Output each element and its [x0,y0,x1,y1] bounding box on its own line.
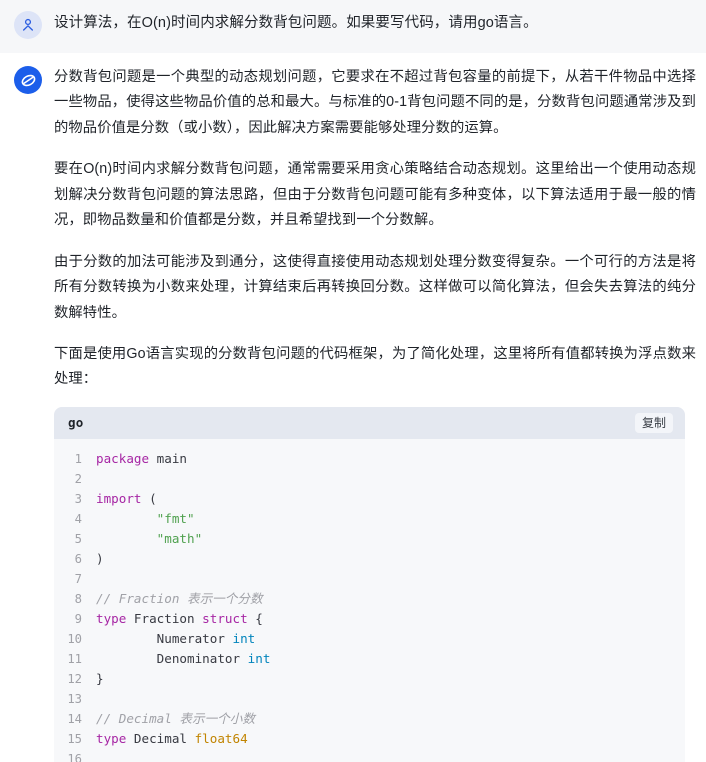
code-line-number: 15 [67,731,82,746]
code-line: 10 Numerator int [54,629,685,649]
code-line-content [96,749,685,762]
code-line: 4 "fmt" [54,509,685,529]
assistant-message-row: 分数背包问题是一个典型的动态规划问题，它要求在不超过背包容量的前提下，从若干件物… [0,53,706,762]
assistant-paragraph: 下面是使用Go语言实现的分数背包问题的代码框架，为了简化处理，这里将所有值都转换… [54,345,696,388]
code-line: 15 type Decimal float64 [54,729,685,749]
code-line-number: 5 [74,531,82,546]
code-line-number: 3 [74,491,82,506]
code-line-content: Numerator int [96,630,256,646]
code-block: go 复制 1 package main 2 3 import (4 "fmt" 5 "… [54,406,685,762]
code-line: 16 [54,749,685,762]
code-line-content: ) [96,550,104,566]
code-line: 6) [54,549,685,569]
code-line: 8 // Fraction 表示一个分数 [54,589,685,609]
ai-avatar-icon [14,66,42,94]
code-line-content: } [96,670,104,686]
code-line-number: 9 [74,611,82,626]
code-line-content [96,569,685,589]
code-line-number: 8 [74,591,82,606]
code-line: 12} [54,669,685,689]
code-block-header: go 复制 [54,406,685,439]
code-line-number: 16 [67,751,82,762]
code-line-number: 12 [67,671,82,686]
code-line-number: 13 [67,691,82,706]
assistant-paragraph: 分数背包问题是一个典型的动态规划问题，它要求在不超过背包容量的前提下，从若干件物… [54,69,696,136]
code-line-content: package main [96,450,187,466]
code-line-content: import ( [96,490,157,506]
code-line-number: 1 [74,451,82,466]
code-line-number: 10 [67,631,82,646]
code-line-number: 4 [74,511,82,526]
code-line: 1 package main [54,449,685,469]
code-line-content: Denominator int [96,650,271,666]
code-line: 3 import ( [54,489,685,509]
code-line: 5 "math" [54,529,685,549]
assistant-paragraph: 由于分数的加法可能涉及到通分，这使得直接使用动态规划处理分数变得复杂。一个可行的… [54,253,696,321]
code-line-number: 7 [74,571,82,586]
code-line-number: 2 [74,471,82,486]
code-language-label: go [68,415,84,431]
code-line-content: // Decimal 表示一个小数 [96,710,255,726]
code-line: 2 [54,469,685,489]
code-line: 14 // Decimal 表示一个小数 [54,709,685,729]
code-line-content: // Fraction 表示一个分数 [96,590,263,606]
user-message-row: 设计算法，在O(n)时间内求解分数背包问题。如果要写代码，请用go语言。 [0,0,706,53]
code-line: 13 [54,689,685,709]
code-line-content: "fmt" [156,510,195,526]
assistant-message-body: 分数背包问题是一个典型的动态规划问题，它要求在不超过背包容量的前提下，从若干件物… [54,65,696,762]
code-line: 11 Denominator int [54,649,685,669]
code-line-number: 11 [67,651,82,666]
code-line-content [96,469,685,489]
code-line-number: 14 [67,711,82,726]
code-line-content: type Fraction struct { [96,610,263,626]
code-line: 7 [54,569,685,589]
code-content[interactable]: 1 package main 2 3 import (4 "fmt" 5 "math" 6… [54,438,685,762]
code-line-number: 6 [74,551,82,566]
assistant-paragraph: 要在O(n)时间内求解分数背包问题，通常需要采用贪心策略结合动态规划。这里给出一… [54,161,696,229]
chat-page: 内容为AI生成仅供参考178****0065内容为AI生成仅供参考178****… [0,0,706,762]
user-avatar-icon [14,11,42,39]
copy-code-button[interactable]: 复制 [634,412,673,434]
code-line-content: "math" [156,530,203,546]
code-line-content: type Decimal float64 [96,730,248,746]
code-line: 9 type Fraction struct { [54,609,685,629]
code-line-content [96,689,685,709]
user-message-text: 设计算法，在O(n)时间内求解分数背包问题。如果要写代码，请用go语言。 [54,15,538,31]
